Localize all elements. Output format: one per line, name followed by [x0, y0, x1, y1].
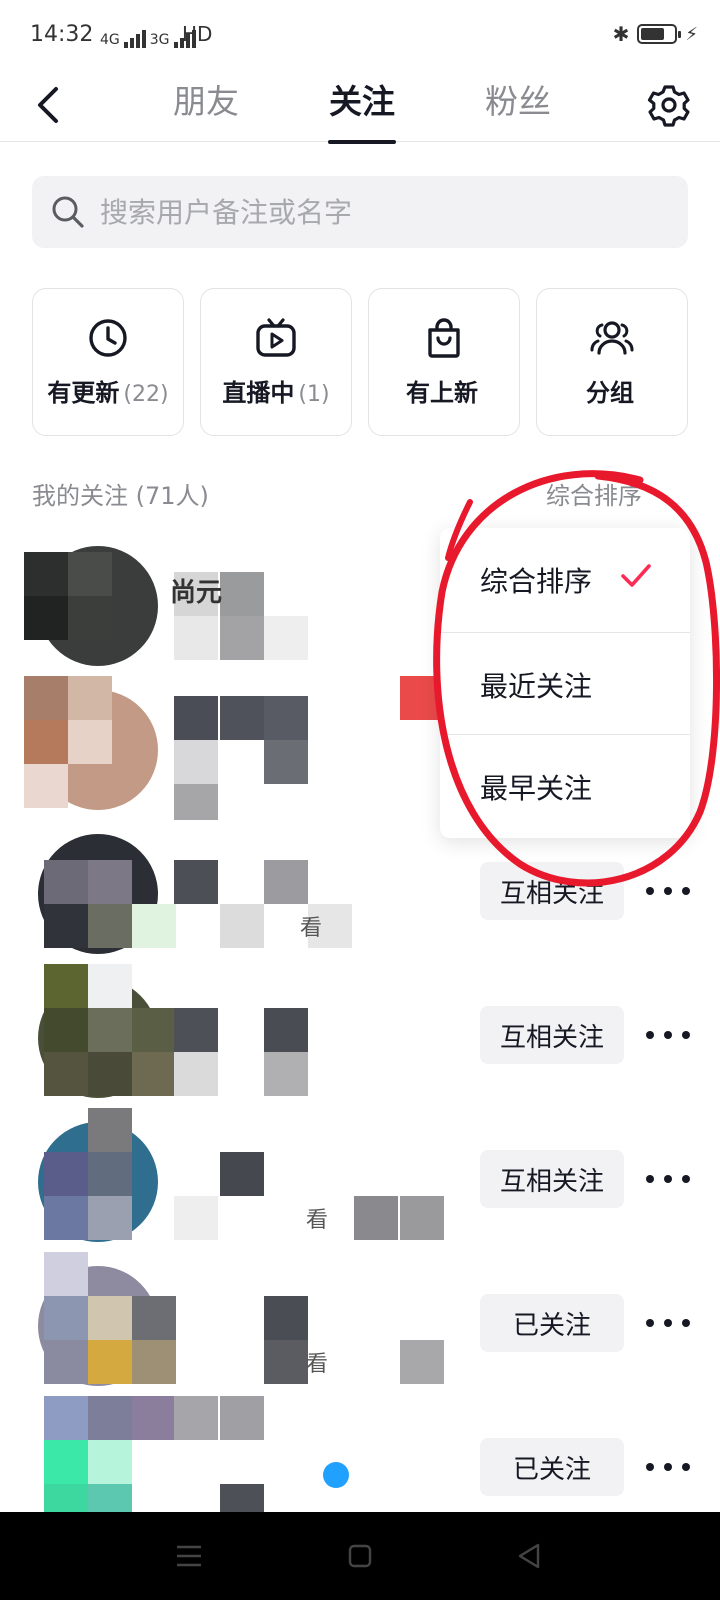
tab-following[interactable]: 关注: [302, 78, 422, 144]
network-2-label: 3G: [149, 32, 170, 48]
status-time: 14:32: [30, 22, 94, 47]
bluetooth-icon: ✱: [612, 22, 630, 46]
sort-option-label: 综合排序: [480, 565, 593, 598]
avatar[interactable]: [24, 964, 444, 1108]
avatar[interactable]: [24, 676, 444, 820]
sort-selector[interactable]: 综合排序: [546, 476, 642, 511]
avatar[interactable]: [24, 820, 444, 964]
card-label: 有更新: [47, 378, 120, 407]
following-count-header: 我的关注 (71人): [32, 482, 209, 510]
clock-icon: [89, 318, 127, 357]
sort-option-recent[interactable]: 最近关注: [440, 632, 690, 736]
card-groups[interactable]: 分组: [536, 288, 688, 436]
list-item[interactable]: 看 互相关注: [0, 820, 720, 964]
search-input[interactable]: [100, 195, 660, 229]
top-nav: 朋友 关注 粉丝: [0, 72, 720, 144]
hd-indicator: HD: [182, 22, 213, 46]
card-count: (1): [298, 381, 330, 407]
list-item[interactable]: 互相关注: [0, 964, 720, 1108]
card-has-updates[interactable]: 有更新 (22): [32, 288, 184, 436]
shopping-bag-icon: [428, 317, 460, 358]
quick-filter-cards: 有更新 (22) 直播中 (1) 有上新 分组: [32, 288, 688, 436]
sort-option-earliest[interactable]: 最早关注: [440, 734, 690, 838]
search-bar: [32, 176, 688, 248]
more-options-icon[interactable]: [646, 1166, 690, 1192]
user-subtitle: 看: [306, 1208, 329, 1233]
signal-1-icon: [123, 28, 146, 48]
back-triangle-icon[interactable]: [516, 1542, 544, 1570]
live-tv-icon: [256, 317, 296, 357]
card-label: 有上新: [406, 378, 478, 407]
more-options-icon[interactable]: [646, 1310, 690, 1336]
user-subtitle: 看: [300, 916, 323, 941]
list-item[interactable]: 看 已关注: [0, 1252, 720, 1396]
verified-badge-icon: [323, 1462, 349, 1488]
charging-icon: ⚡: [685, 23, 698, 45]
follow-status-button[interactable]: 互相关注: [480, 1150, 624, 1208]
more-options-icon[interactable]: [646, 1022, 690, 1048]
gear-icon[interactable]: [644, 80, 694, 130]
menu-icon[interactable]: [174, 1542, 204, 1570]
sort-option-label: 最近关注: [480, 669, 593, 703]
tab-friends[interactable]: 朋友: [146, 78, 266, 126]
more-options-icon[interactable]: [646, 1454, 690, 1480]
card-label: 分组: [586, 378, 634, 407]
group-icon: [590, 320, 634, 355]
card-live[interactable]: 直播中 (1): [200, 288, 352, 436]
follow-status-button[interactable]: 已关注: [480, 1294, 624, 1352]
card-label: 直播中: [222, 378, 295, 407]
checkmark-icon: [621, 564, 651, 587]
card-count: (22): [123, 381, 169, 407]
status-right: ✱ ⚡: [613, 22, 698, 46]
sort-option-label: 最早关注: [480, 771, 593, 805]
sort-option-default[interactable]: 综合排序: [440, 528, 690, 632]
follow-status-button[interactable]: 互相关注: [480, 862, 624, 920]
avatar[interactable]: [24, 532, 444, 676]
user-name: 尚元: [170, 578, 223, 608]
card-new-products[interactable]: 有上新: [368, 288, 520, 436]
status-bar: 14:32 4G 3G HD ✱ ⚡: [0, 0, 720, 72]
sort-dropdown: 综合排序 最近关注 最早关注: [440, 528, 690, 838]
avatar[interactable]: [24, 1252, 444, 1396]
back-arrow-icon[interactable]: [26, 80, 76, 130]
home-icon[interactable]: [346, 1542, 374, 1570]
list-item[interactable]: 看 互相关注: [0, 1108, 720, 1252]
battery-icon: [637, 24, 682, 44]
follow-status-button[interactable]: 互相关注: [480, 1006, 624, 1064]
avatar[interactable]: [24, 1108, 444, 1252]
more-options-icon[interactable]: [646, 878, 690, 904]
tab-followers[interactable]: 粉丝: [458, 78, 578, 126]
user-subtitle: 看: [306, 1352, 329, 1377]
network-1-label: 4G: [100, 32, 120, 48]
system-nav-bar: [0, 1512, 720, 1600]
follow-status-button[interactable]: 已关注: [480, 1438, 624, 1496]
search-icon: [52, 196, 84, 228]
